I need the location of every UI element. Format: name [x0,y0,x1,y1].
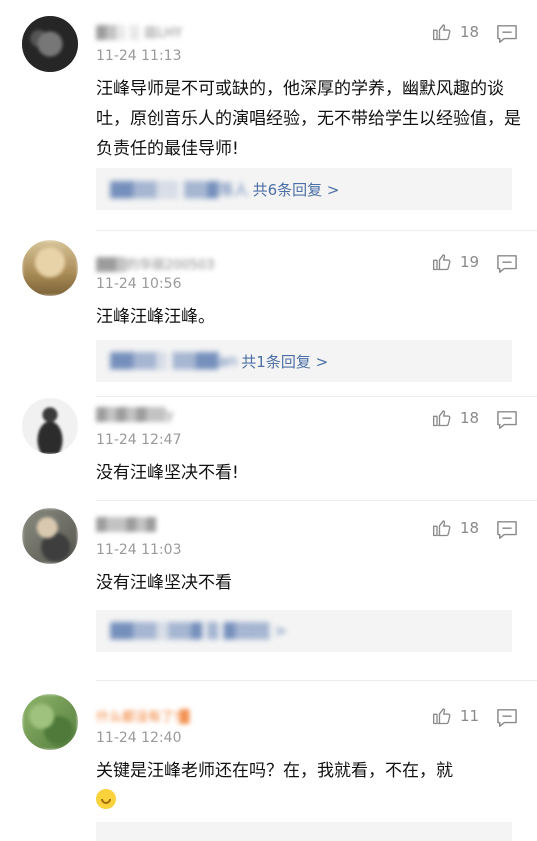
timestamp: 11-24 11:03 [96,542,182,558]
like-button[interactable]: 18 [432,518,479,538]
like-count: 18 [460,23,480,41]
comment-text: 没有汪峰坚决不看 [96,573,232,593]
comment-icon[interactable] [496,24,518,44]
like-button[interactable]: 18 [432,408,479,428]
timestamp: 11-24 12:40 [96,730,182,746]
thumbs-up-icon [433,254,451,271]
timestamp: 11-24 10:56 [96,276,182,292]
reply-names: ▓▓▒▒░ ▒▒▓▓an [110,352,238,370]
username[interactable]: ▓▓▒的华丽200503 [96,254,215,273]
username[interactable]: ▓▒▓▒▓▒▒y [96,408,174,424]
reply-names: ▓▓▒▒░▒▒▓ ▒ ▓▒▒▒ > [110,622,287,640]
comment-text: 没有汪峰坚决不看! [96,463,239,483]
thumbs-up-icon [433,520,451,537]
thinking-emoji-icon [96,789,116,809]
like-button[interactable]: 19 [432,252,479,272]
replies-link[interactable]: ▓▓▒▒░░ ▒▒▓等人 共6条回复 > [96,168,512,210]
like-count: 11 [460,707,480,725]
username[interactable]: 什么都没有了!▓ [96,706,189,725]
comment-icon[interactable] [496,708,518,728]
avatar[interactable] [22,240,78,296]
like-button[interactable]: 18 [432,22,479,42]
avatar[interactable] [22,16,78,72]
like-button[interactable]: 11 [432,706,479,726]
like-count: 19 [460,253,480,271]
replies-link[interactable]: ▓▓▒▒░▒▒▓ ▒ ▓▒▒▒ > [96,610,512,652]
like-count: 18 [460,409,480,427]
replies-link[interactable]: ▓▓▒▒░ ▒▒▓▓an 共1条回复 > [96,340,512,382]
timestamp: 11-24 12:47 [96,432,182,448]
timestamp: 11-24 11:13 [96,48,182,64]
comment-text: 汪峰导师是不可或缺的，他深厚的学养，幽默风趣的谈吐，原创音乐人的演唱经验，无不带… [96,79,521,159]
comment-text: 关键是汪峰老师还在吗？在，我就看，不在，就 [96,756,521,816]
username[interactable]: ▓▒░ ░ 庭LHY [96,22,182,41]
divider [96,680,537,681]
comment-icon[interactable] [496,410,518,430]
replies-link[interactable] [96,822,512,841]
divider [96,230,537,231]
comment-text-body: 关键是汪峰老师还在吗？在，我就看，不在，就 [96,761,453,781]
avatar[interactable] [22,508,78,564]
reply-names: ▓▓▒▒░░ ▒▒▓等人 [110,180,249,199]
comment-icon[interactable] [496,254,518,274]
avatar[interactable] [22,398,78,454]
thumbs-up-icon [433,24,451,41]
comment-text: 汪峰汪峰汪峰。 [96,307,215,327]
reply-count: 共6条回复 > [252,180,340,199]
divider [96,500,537,501]
thumbs-up-icon [433,708,451,725]
reply-count: 共1条回复 > [241,352,329,371]
thumbs-up-icon [433,410,451,427]
like-count: 18 [460,519,480,537]
username[interactable]: ▓▒▒▓▒▓ [96,518,156,534]
avatar[interactable] [22,694,78,750]
comment-icon[interactable] [496,520,518,540]
divider [96,396,537,397]
